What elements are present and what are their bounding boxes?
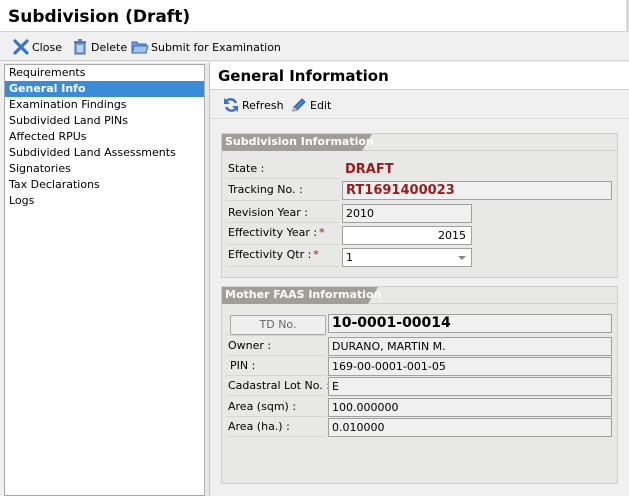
- close-button[interactable]: Close: [12, 37, 62, 57]
- row-separator: [226, 178, 339, 179]
- submit-for-examination-button[interactable]: Submit for Examination: [131, 37, 281, 57]
- tracking-no-label: Tracking No. :: [228, 183, 303, 196]
- area-sqm-label: Area (sqm) :: [228, 400, 297, 413]
- nav-item-subdivided-land-assessments[interactable]: Subdivided Land Assessments: [5, 145, 204, 161]
- pencil-icon: [290, 96, 308, 114]
- section-nav-list: Requirements General Info Examination Fi…: [4, 64, 205, 496]
- row-separator: [226, 395, 326, 396]
- effectivity-year-input[interactable]: 2015: [342, 226, 472, 245]
- main-toolbar: Close Delete Submit for Examination: [0, 33, 629, 61]
- edit-label: Edit: [310, 98, 332, 112]
- mother-faas-section: Mother FAAS Information TD No. 10-0001-0…: [221, 286, 618, 484]
- close-icon: [12, 38, 30, 56]
- nav-item-tax-declarations[interactable]: Tax Declarations: [5, 177, 204, 193]
- effectivity-qtr-value: 1: [346, 251, 353, 264]
- row-separator: [226, 416, 326, 417]
- row-separator: [226, 200, 339, 201]
- nav-item-signatories[interactable]: Signatories: [5, 161, 204, 177]
- cadastral-lot-field: E: [328, 377, 612, 396]
- pin-field: 169-00-0001-001-05: [328, 357, 612, 376]
- chevron-down-icon: [458, 256, 466, 260]
- row-separator: [226, 222, 339, 223]
- section-title: Mother FAAS Information: [225, 288, 382, 301]
- submit-label: Submit for Examination: [151, 40, 281, 54]
- nav-item-examination-findings[interactable]: Examination Findings: [5, 97, 204, 113]
- content-toolbar: Refresh Edit: [210, 91, 629, 119]
- nav-item-logs[interactable]: Logs: [5, 193, 204, 209]
- required-marker: *: [313, 248, 319, 261]
- delete-button[interactable]: Delete: [71, 37, 127, 57]
- row-separator: [226, 244, 339, 245]
- owner-field: DURANO, MARTIN M.: [328, 337, 612, 356]
- window-title-bar: Subdivision (Draft): [0, 0, 629, 32]
- section-divider: [368, 303, 618, 304]
- refresh-icon: [222, 96, 240, 114]
- area-ha-field: 0.010000: [328, 418, 612, 437]
- effectivity-qtr-label-text: Effectivity Qtr :: [228, 248, 312, 261]
- required-marker: *: [319, 226, 325, 239]
- td-no-button[interactable]: TD No.: [230, 315, 326, 335]
- nav-item-subdivided-land-pins[interactable]: Subdivided Land PINs: [5, 113, 204, 129]
- section-title: Subdivision Information: [225, 135, 374, 148]
- row-separator: [226, 375, 326, 376]
- cadastral-lot-label: Cadastral Lot No. :: [228, 379, 330, 392]
- folder-icon: [131, 38, 149, 56]
- nav-item-affected-rpus[interactable]: Affected RPUs: [5, 129, 204, 145]
- nav-item-general-info[interactable]: General Info: [5, 81, 204, 97]
- pin-label: PIN :: [230, 359, 256, 372]
- area-ha-label: Area (ha.) :: [228, 420, 290, 433]
- trash-icon: [71, 38, 89, 56]
- effectivity-year-label-text: Effectivity Year :: [228, 226, 318, 239]
- delete-label: Delete: [91, 40, 128, 54]
- refresh-button[interactable]: Refresh: [222, 95, 284, 115]
- area-sqm-field: 100.000000: [328, 398, 612, 417]
- main-content: General Information Refresh Edit Subdivi…: [209, 62, 629, 496]
- window-title: Subdivision (Draft): [8, 7, 191, 27]
- main-header: General Information: [210, 62, 629, 90]
- row-separator: [226, 266, 339, 267]
- refresh-label: Refresh: [242, 98, 284, 112]
- nav-item-requirements[interactable]: Requirements: [5, 65, 204, 81]
- effectivity-qtr-label: Effectivity Qtr : *: [228, 248, 319, 261]
- td-no-field: 10-0001-00014: [328, 314, 612, 333]
- effectivity-year-label: Effectivity Year : *: [228, 226, 325, 239]
- row-separator: [226, 355, 326, 356]
- state-label: State :: [228, 162, 265, 175]
- owner-label: Owner :: [228, 339, 272, 352]
- close-label: Close: [32, 40, 62, 54]
- edit-button[interactable]: Edit: [290, 95, 331, 115]
- row-separator: [226, 335, 326, 336]
- subdivision-info-section: Subdivision Information State : DRAFT Tr…: [221, 133, 618, 278]
- tracking-no-field: RT1691400023: [342, 181, 612, 200]
- state-value: DRAFT: [345, 162, 394, 177]
- row-separator: [226, 436, 326, 437]
- effectivity-qtr-select[interactable]: 1: [342, 248, 472, 267]
- revision-year-label: Revision Year :: [228, 206, 308, 219]
- section-divider: [362, 150, 618, 151]
- page-title: General Information: [218, 67, 389, 85]
- revision-year-field: 2010: [342, 204, 472, 223]
